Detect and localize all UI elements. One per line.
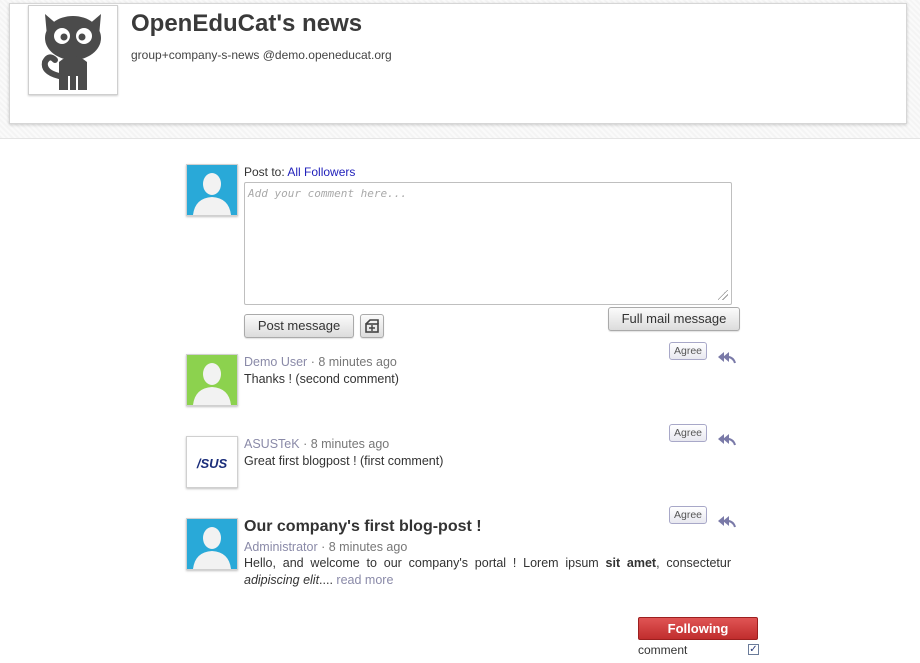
following-button[interactable]: Following	[638, 617, 758, 640]
cat-logo-icon	[41, 14, 101, 90]
message-time: 8 minutes ago	[328, 540, 408, 554]
group-header: OpenEduCat's news group+company-s-news @…	[9, 3, 907, 124]
read-more-link[interactable]: read more	[336, 573, 393, 587]
message-body: Hello, and welcome to our company's port…	[244, 556, 731, 587]
comment-input[interactable]	[244, 182, 732, 305]
asus-logo-icon: /SUS	[187, 437, 237, 487]
user-silhouette-icon	[187, 519, 237, 569]
resize-handle[interactable]	[718, 290, 728, 300]
message-author[interactable]: Demo User	[244, 355, 307, 369]
user-silhouette-icon	[187, 355, 237, 405]
message-time: 8 minutes ago	[318, 355, 397, 369]
message-author-line: Demo User · 8 minutes ago	[244, 355, 397, 369]
message-avatar-demo-user[interactable]	[186, 354, 238, 406]
message-body: Thanks ! (second comment)	[244, 372, 399, 386]
post-to-label: Post to:	[244, 165, 285, 179]
group-title: OpenEduCat's news	[131, 10, 363, 37]
current-user-avatar	[186, 164, 238, 216]
reply-all-icon[interactable]	[716, 514, 736, 528]
message-author[interactable]: ASUSTeK	[244, 437, 300, 451]
message-avatar-asustek[interactable]: /SUS	[186, 436, 238, 488]
message-title[interactable]: Our company's first blog-post !	[244, 518, 482, 536]
subtype-checkbox[interactable]: ✓	[748, 644, 759, 655]
message-author-line: Administrator · 8 minutes ago	[244, 540, 408, 554]
reply-all-icon[interactable]	[716, 432, 736, 446]
reply-all-icon[interactable]	[716, 350, 736, 364]
message-time: 8 minutes ago	[310, 437, 390, 451]
agree-button[interactable]: Agree	[669, 342, 707, 360]
group-logo	[28, 5, 118, 95]
user-silhouette-icon	[187, 165, 237, 215]
svg-text:/SUS: /SUS	[196, 456, 228, 471]
group-header-band: OpenEduCat's news group+company-s-news @…	[0, 0, 920, 139]
attach-file-button[interactable]	[360, 314, 384, 338]
post-to-followers-link[interactable]: All Followers	[287, 165, 355, 179]
message-author[interactable]: Administrator	[244, 540, 318, 554]
attach-icon	[365, 319, 379, 333]
group-email: group+company-s-news @demo.openeducat.or…	[131, 48, 392, 62]
full-mail-message-button[interactable]: Full mail message	[608, 307, 740, 331]
message-avatar-administrator[interactable]	[186, 518, 238, 570]
post-to: Post to: All Followers	[244, 165, 355, 179]
post-message-button[interactable]: Post message	[244, 314, 354, 338]
agree-button[interactable]: Agree	[669, 506, 707, 524]
subtype-label: comment	[638, 643, 688, 657]
agree-button[interactable]: Agree	[669, 424, 707, 442]
message-author-line: ASUSTeK · 8 minutes ago	[244, 437, 390, 451]
message-body: Great first blogpost ! (first comment)	[244, 454, 444, 468]
